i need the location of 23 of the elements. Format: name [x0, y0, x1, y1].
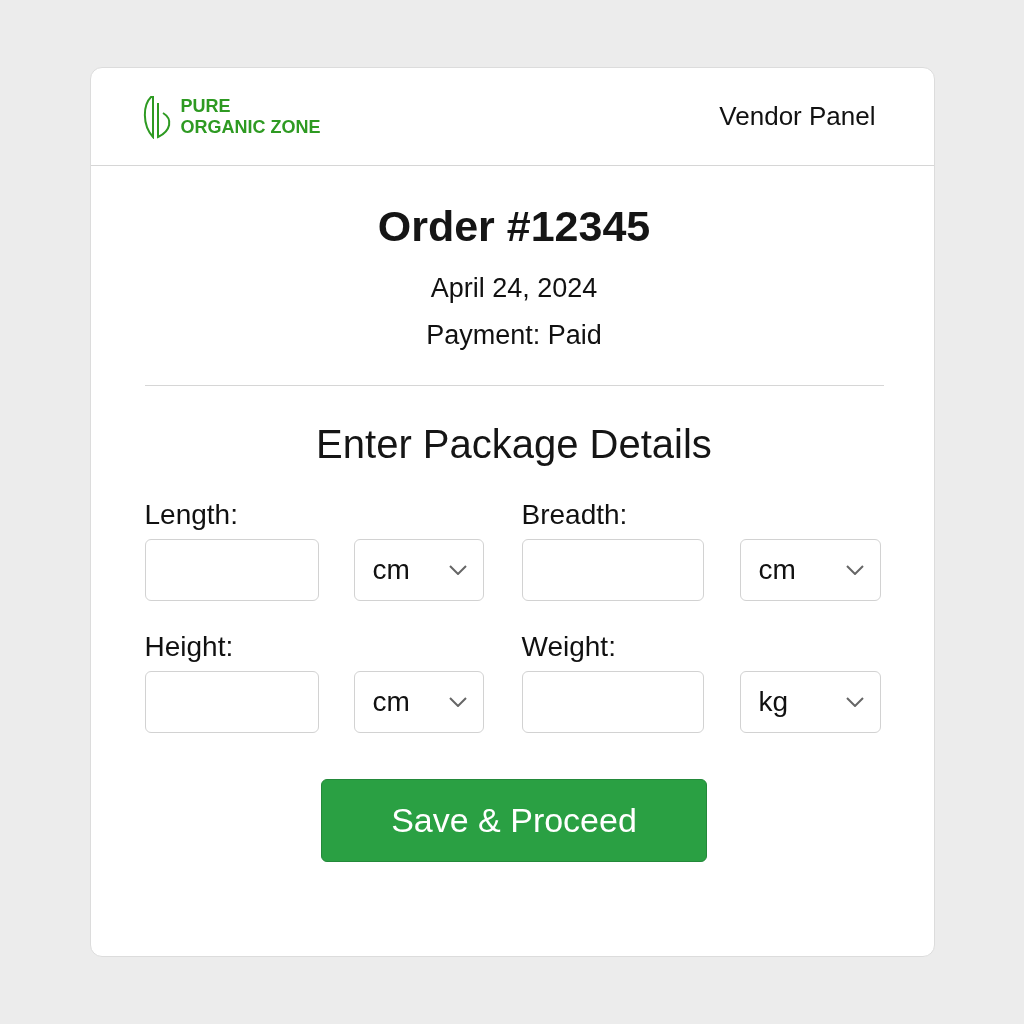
chevron-down-icon [448, 565, 467, 575]
chevron-down-icon [845, 565, 864, 575]
unit-select[interactable]: cm [353, 539, 484, 601]
order-date: April 24, 2024 [430, 273, 598, 304]
field-label: Height: [144, 631, 235, 663]
unit-select[interactable]: cm [353, 671, 484, 733]
field-label: Length: [144, 499, 239, 531]
order-title: Order #12345 [377, 202, 651, 251]
chevron-down-icon [845, 697, 864, 707]
chevron-down-icon [448, 697, 467, 707]
field-label: Breadth: [521, 499, 629, 531]
input-field[interactable] [521, 539, 704, 601]
input-field[interactable] [144, 539, 319, 601]
logo-text: PURE [180, 95, 232, 117]
unit-select[interactable]: kg [739, 671, 881, 733]
field-label: Weight: [521, 631, 617, 663]
unit-select[interactable]: cm [739, 539, 881, 601]
logo-text: ORGANIC ZONE [180, 116, 321, 138]
input-field[interactable] [144, 671, 319, 733]
section-title: Enter Package Details [316, 422, 712, 467]
panel-label: Vendor Panel [719, 101, 876, 132]
input-field[interactable] [521, 671, 704, 733]
payment-status: Payment: Paid [426, 320, 602, 351]
